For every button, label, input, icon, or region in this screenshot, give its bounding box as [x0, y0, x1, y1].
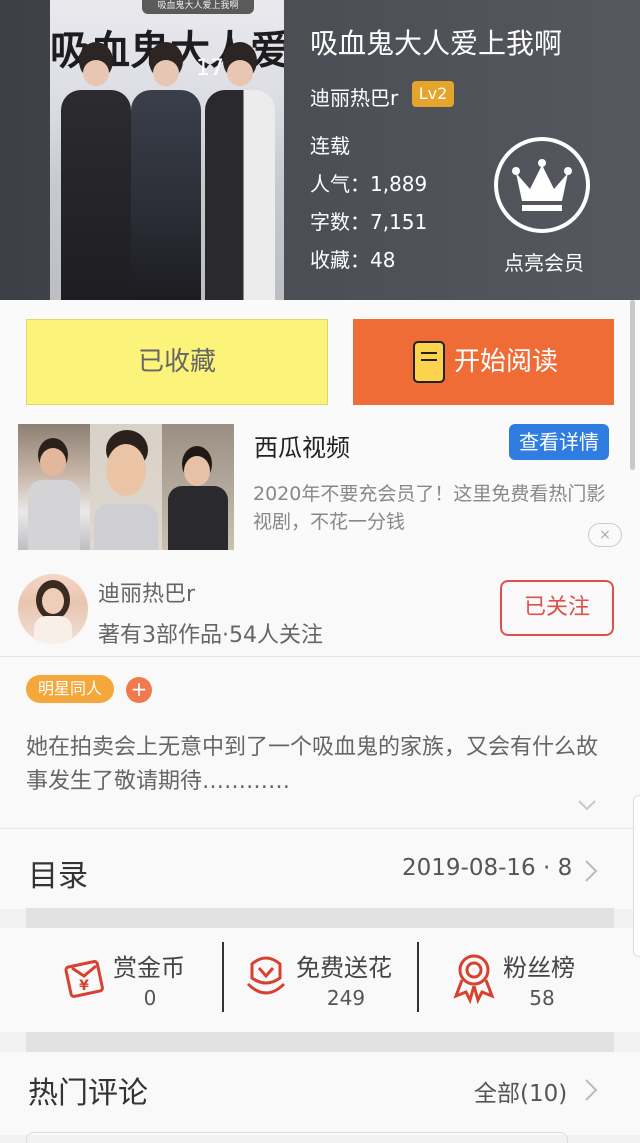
tag-chip[interactable]: 明星同人	[26, 675, 115, 703]
vip-button[interactable]	[494, 137, 590, 233]
chevron-down-icon[interactable]	[577, 795, 597, 815]
cover-person	[200, 42, 280, 300]
collect-button[interactable]: 已收藏	[26, 319, 328, 405]
author-stats: 著有3部作品·54人关注	[98, 623, 323, 648]
ad-description: 2020年不要充会员了！这里免费看热门影视剧，不花一分钱	[253, 483, 606, 533]
ad-close-button[interactable]: ×	[588, 523, 622, 547]
start-reading-label: 开始阅读	[454, 347, 559, 377]
book-icon	[413, 341, 445, 383]
scrollbar[interactable]	[630, 300, 635, 470]
reward-item[interactable]: ¥ 赏金币 0	[40, 938, 220, 1022]
divider	[417, 942, 419, 1012]
divider	[222, 942, 224, 1012]
add-tag-button[interactable]: +	[126, 677, 152, 703]
cover-person	[126, 42, 206, 300]
book-description: 她在拍卖会上无意中到了一个吸血鬼的家族，又会有什么故事发生了敬请期待…………	[26, 735, 599, 794]
fans-item[interactable]: 粉丝榜 58	[440, 938, 620, 1022]
cover-banner: 吸血鬼大人爱上我啊	[142, 0, 254, 14]
author-row[interactable]: 迪丽热巴r 著有3部作品·54人关注 已关注	[0, 560, 640, 657]
divider	[26, 908, 614, 928]
book-collections: 收藏：48	[310, 248, 396, 272]
flowers-value: 249	[326, 986, 366, 1010]
flower-icon	[246, 956, 286, 995]
ad-thumbnail	[90, 424, 162, 550]
author-name[interactable]: 迪丽热巴r	[98, 576, 195, 608]
comment-card-edge	[26, 1132, 568, 1143]
start-reading-button[interactable]: 开始阅读	[353, 319, 614, 405]
medal-icon	[453, 954, 495, 1004]
red-envelope-icon: ¥	[64, 960, 104, 998]
book-author[interactable]: 迪丽热巴r	[310, 82, 398, 111]
tag-description-area: 明星同人 + 她在拍卖会上无意中到了一个吸血鬼的家族，又会有什么故事发生了敬请期…	[0, 657, 640, 827]
divider	[26, 1032, 614, 1052]
chevron-right-icon	[585, 1079, 598, 1101]
fans-label: 粉丝榜	[503, 954, 575, 982]
stats-row: ¥ 赏金币 0 免费送花 249 粉丝榜 58	[0, 928, 640, 1032]
toc-update-info: 2019-08-16 · 8	[402, 855, 573, 881]
fans-value: 58	[529, 986, 555, 1010]
comments-title: 热门评论	[28, 1076, 148, 1111]
crown-icon	[512, 159, 572, 211]
follow-button[interactable]: 已关注	[500, 580, 614, 636]
ad-title: 西瓜视频	[254, 434, 350, 462]
ad-thumbnail	[18, 424, 90, 550]
flowers-item[interactable]: 免费送花 249	[238, 938, 418, 1022]
book-cover[interactable]: 吸血鬼大人爱 吸血鬼大人爱上我啊 17	[50, 0, 284, 300]
book-word-count: 字数：7,151	[310, 210, 428, 234]
cover-person	[56, 42, 136, 300]
reward-label: 赏金币	[113, 954, 185, 982]
book-status: 连载	[310, 134, 350, 158]
ad-details-button[interactable]: 查看详情	[509, 424, 609, 460]
table-of-contents-row[interactable]: 目录 2019-08-16 · 8	[0, 828, 640, 909]
chevron-right-icon	[585, 860, 598, 882]
side-drawer-handle[interactable]	[633, 795, 640, 957]
ad-thumbnail	[162, 424, 234, 550]
svg-text:¥: ¥	[79, 978, 89, 994]
toc-title: 目录	[28, 859, 88, 894]
book-header: 吸血鬼大人爱 吸血鬼大人爱上我啊 17 吸血鬼大人爱上我啊 迪丽热巴r Lv2 …	[0, 0, 640, 300]
book-title: 吸血鬼大人爱上我啊	[310, 27, 563, 60]
flowers-label: 免费送花	[296, 954, 392, 982]
all-comments-link[interactable]: 全部(10)	[474, 1074, 567, 1108]
avatar[interactable]	[18, 574, 88, 644]
ad-banner[interactable]: 西瓜视频 查看详情 2020年不要充会员了！这里免费看热门影视剧，不花一分钱 ×	[0, 420, 640, 560]
reward-value: 0	[143, 986, 157, 1010]
vip-label[interactable]: 点亮会员	[494, 247, 594, 276]
level-badge: Lv2	[412, 81, 454, 107]
book-popularity: 人气：1,889	[310, 172, 428, 196]
hot-comments-header[interactable]: 热门评论 全部(10)	[0, 1052, 640, 1143]
